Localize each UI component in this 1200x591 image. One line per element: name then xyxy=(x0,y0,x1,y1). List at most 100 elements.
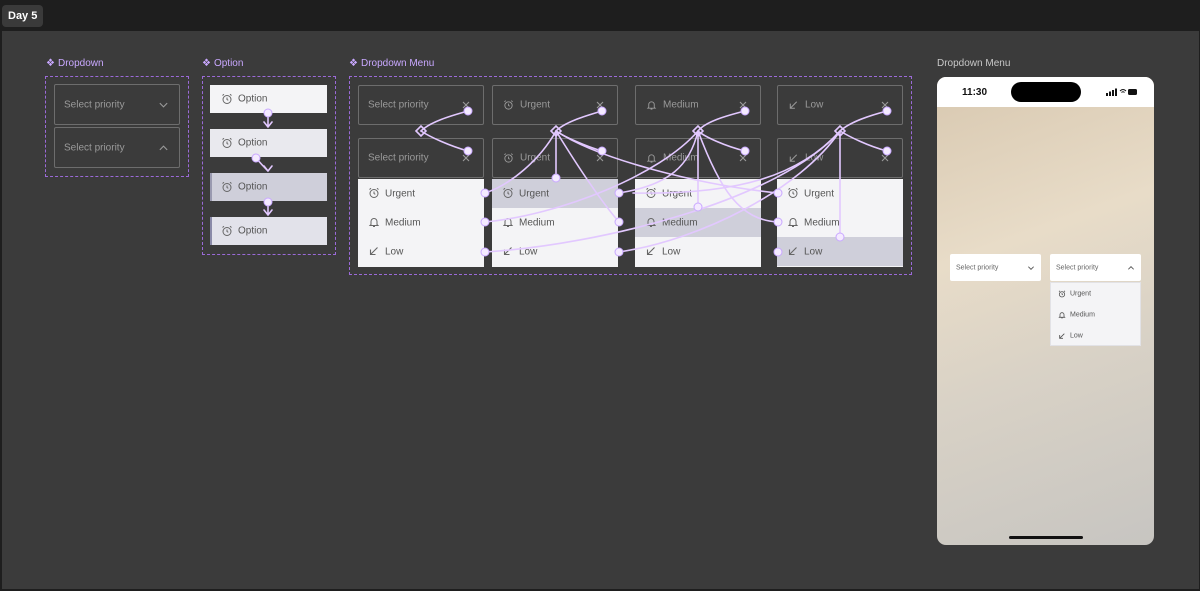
home-indicator xyxy=(1009,536,1083,539)
option-hover[interactable]: Option xyxy=(210,129,327,157)
status-time: 11:30 xyxy=(962,87,988,98)
menu-item-low[interactable]: Low xyxy=(358,237,484,266)
alarm-clock-icon xyxy=(222,181,232,192)
component-icon: ❖ xyxy=(202,58,211,69)
alarm-clock-icon xyxy=(504,100,513,110)
signal-bar xyxy=(1109,91,1111,96)
bell-icon xyxy=(645,218,657,227)
option-default[interactable]: Option xyxy=(210,85,327,113)
menu-item-label: Low xyxy=(804,246,823,257)
menu-item-label: Low xyxy=(662,246,681,257)
menu-header-medium[interactable]: Medium xyxy=(635,85,761,125)
phone-dropdown-right[interactable]: Select priority xyxy=(1050,254,1141,281)
dropdown-expanded[interactable]: Select priority xyxy=(54,127,180,168)
menu-item-label: Low xyxy=(385,246,404,257)
signal-bar xyxy=(1115,88,1117,96)
menu-item-label: Urgent xyxy=(662,188,693,199)
menu-header-urgent-open[interactable]: Urgent xyxy=(492,138,618,178)
menu-item-label: Low xyxy=(519,246,538,257)
phone-frame[interactable]: 11:30 Select priority Select priority Ur… xyxy=(937,77,1154,545)
close-icon[interactable] xyxy=(595,100,605,110)
status-bar: 11:30 xyxy=(937,77,1154,107)
dropdown-menu-component-title[interactable]: ❖ Dropdown Menu xyxy=(349,58,434,70)
menu-header-low-open[interactable]: Low xyxy=(777,138,903,178)
menu-header-label: Urgent xyxy=(520,99,551,111)
menu-header-label: Select priority xyxy=(368,152,429,164)
menu-item-medium[interactable]: Medium xyxy=(635,208,761,237)
alarm-clock-icon xyxy=(1058,290,1066,298)
option-pressed[interactable]: Option xyxy=(210,173,327,201)
menu-header-label: Select priority xyxy=(368,99,429,111)
close-icon[interactable] xyxy=(461,100,471,110)
alarm-clock-icon xyxy=(222,225,232,236)
arrow-down-left-icon xyxy=(788,247,797,256)
arrow-down-left-icon xyxy=(1059,333,1065,339)
menu-item-label: Medium xyxy=(1070,311,1095,318)
bell-icon xyxy=(646,101,657,110)
phone-frame-title[interactable]: Dropdown Menu xyxy=(937,58,1010,70)
menu-item-urgent[interactable]: Urgent xyxy=(492,179,618,208)
signal-bar xyxy=(1112,90,1114,96)
close-icon[interactable] xyxy=(738,153,748,163)
menu-item-medium[interactable]: Medium xyxy=(358,208,484,237)
option-selected[interactable]: Option xyxy=(210,217,327,245)
menu-header-label: Urgent xyxy=(520,152,551,164)
phone-menu-item-urgent[interactable]: Urgent xyxy=(1051,283,1141,304)
alarm-clock-icon xyxy=(503,187,513,198)
menu-header-label: Low xyxy=(805,99,824,111)
close-icon[interactable] xyxy=(461,153,471,163)
menu-item-label: Urgent xyxy=(519,188,550,199)
signal-bar xyxy=(1106,93,1108,96)
arrow-down-left-icon xyxy=(369,247,378,256)
dropdown-menu-list: Urgent Medium Low xyxy=(358,179,484,267)
menu-header-medium-open[interactable]: Medium xyxy=(635,138,761,178)
menu-item-label: Urgent xyxy=(804,188,835,199)
dynamic-island xyxy=(1011,82,1081,102)
menu-item-low[interactable]: Low xyxy=(492,237,618,266)
close-icon[interactable] xyxy=(880,100,890,110)
menu-item-low[interactable]: Low xyxy=(635,237,761,266)
close-icon[interactable] xyxy=(738,100,748,110)
menu-item-medium[interactable]: Medium xyxy=(777,208,903,237)
close-icon[interactable] xyxy=(880,153,890,163)
menu-header-label: Low xyxy=(805,152,824,164)
dropdown-component-title[interactable]: ❖ Dropdown xyxy=(46,58,104,70)
bell-icon xyxy=(1058,312,1066,319)
arrow-down-left-icon xyxy=(646,247,655,256)
phone-dropdown-menu: Urgent Medium Low xyxy=(1050,282,1141,346)
menu-header-label: Medium xyxy=(663,152,699,164)
menu-header-low[interactable]: Low xyxy=(777,85,903,125)
menu-item-urgent[interactable]: Urgent xyxy=(358,179,484,208)
dropdown-collapsed[interactable]: Select priority xyxy=(54,84,180,125)
chevron-down-icon xyxy=(1028,265,1034,270)
menu-header-urgent[interactable]: Urgent xyxy=(492,85,618,125)
menu-header-open[interactable]: Select priority xyxy=(358,138,484,178)
dropdown-placeholder: Select priority xyxy=(64,99,125,110)
dropdown-menu-list: Urgent Medium Low xyxy=(492,179,618,267)
alarm-clock-icon xyxy=(369,187,379,198)
phone-dropdown-left[interactable]: Select priority xyxy=(950,254,1041,281)
bell-icon xyxy=(502,218,514,227)
bell-icon xyxy=(646,154,657,163)
alarm-clock-icon xyxy=(222,137,232,148)
menu-header-trigger[interactable]: Select priority xyxy=(358,85,484,125)
menu-item-low[interactable]: Low xyxy=(777,237,903,266)
menu-item-label: Low xyxy=(1070,332,1083,339)
day-tab[interactable]: Day 5 xyxy=(2,5,44,27)
alarm-clock-icon xyxy=(504,153,513,163)
phone-menu-item-medium[interactable]: Medium xyxy=(1051,304,1141,325)
alarm-clock-icon xyxy=(222,93,232,104)
alarm-clock-icon xyxy=(788,187,798,198)
menu-item-label: Urgent xyxy=(1070,290,1092,297)
chevron-down-icon xyxy=(159,102,168,108)
menu-item-urgent[interactable]: Urgent xyxy=(635,179,761,208)
menu-item-medium[interactable]: Medium xyxy=(492,208,618,237)
close-icon[interactable] xyxy=(595,153,605,163)
phone-menu-item-low[interactable]: Low xyxy=(1051,325,1141,346)
alarm-clock-icon xyxy=(646,187,656,198)
bell-icon xyxy=(787,218,799,227)
menu-item-urgent[interactable]: Urgent xyxy=(777,179,903,208)
option-component-title[interactable]: ❖ Option xyxy=(202,58,243,70)
dropdown-placeholder: Select priority xyxy=(1056,264,1099,271)
wifi-icon xyxy=(1119,89,1127,93)
